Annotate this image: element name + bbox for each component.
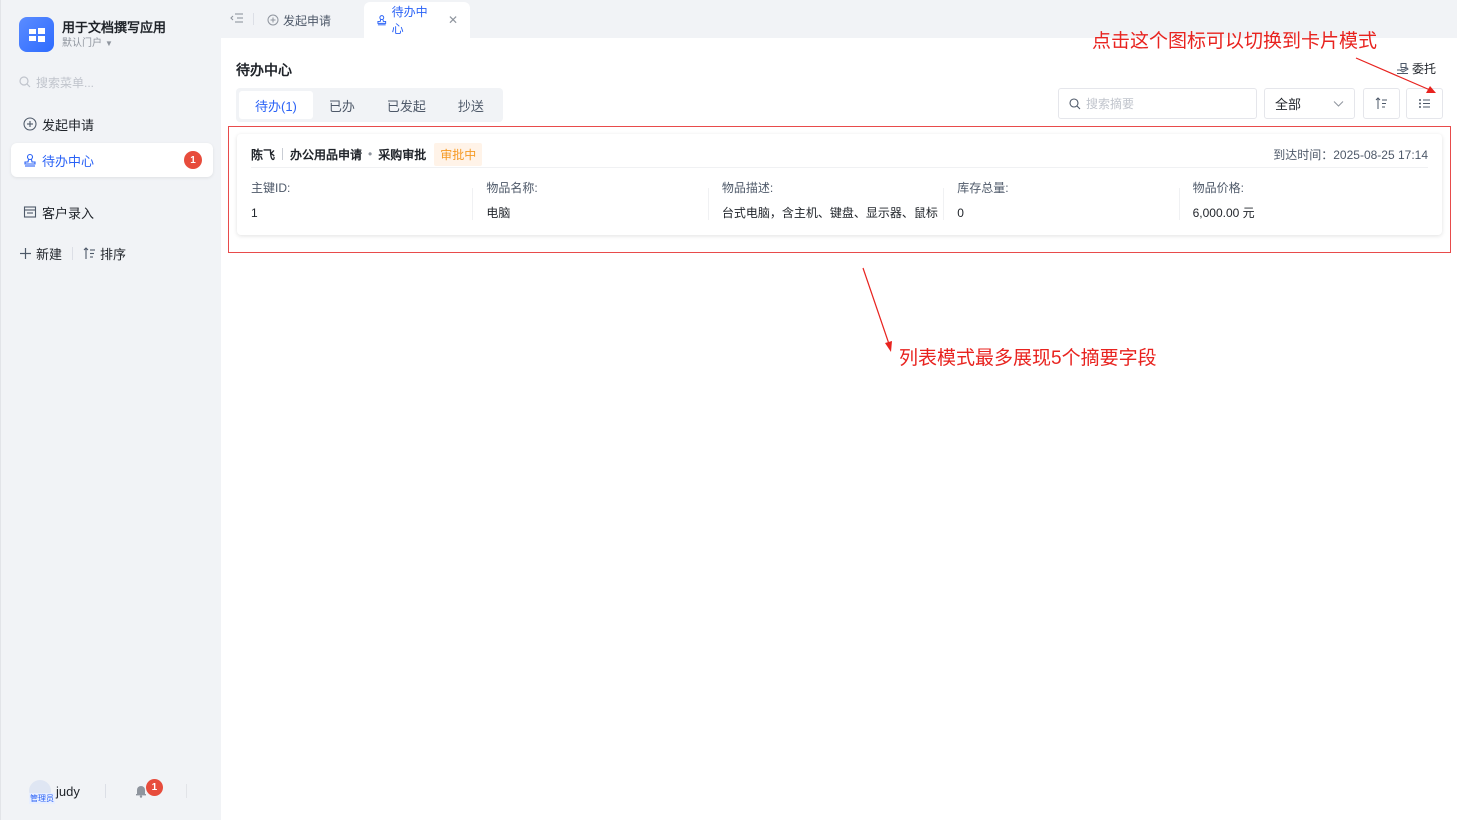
annotation-highlight-box — [228, 126, 1451, 253]
sort-icon — [83, 247, 96, 259]
tab-label: 待办中心 — [391, 5, 428, 36]
avatar[interactable]: 管理员 — [29, 780, 55, 804]
sort-button[interactable] — [1363, 88, 1400, 119]
tab-todo[interactable]: 待办(1) — [239, 91, 313, 119]
sidebar-item-todo-center[interactable]: 待办中心 1 — [11, 143, 213, 177]
app-header[interactable]: 用于文档撰写应用 默认门户 ▼ — [19, 17, 166, 52]
new-menu-label: 新建 — [36, 247, 63, 262]
portal-name: 默认门户 — [62, 37, 102, 49]
filter-value: 全部 — [1275, 97, 1302, 112]
new-menu-button[interactable]: 新建 — [19, 244, 62, 263]
tab-done[interactable]: 已办 — [313, 91, 371, 119]
delegate-label: 委托 — [1411, 62, 1436, 76]
annotation-middle-text: 列表模式最多展现5个摘要字段 — [899, 348, 1157, 369]
list-view-icon — [1419, 99, 1430, 108]
tab-cc[interactable]: 抄送 — [442, 91, 500, 119]
sort-icon — [1375, 97, 1387, 109]
notification-bell-button[interactable]: 1 — [134, 779, 163, 798]
sort-menu-label: 排序 — [100, 247, 127, 262]
search-icon — [19, 76, 31, 88]
sidebar: 用于文档撰写应用 默认门户 ▼ 搜索菜单... 发起申请 待办中心 1 客户录入 … — [0, 0, 221, 820]
tab-todo-center[interactable]: 待办中心 ✕ — [364, 2, 470, 38]
collapse-menu-icon[interactable] — [230, 11, 244, 25]
sidebar-item-customer-entry[interactable]: 客户录入 — [11, 195, 213, 229]
plus-circle-icon — [23, 117, 37, 131]
status-segmented-control: 待办(1) 已办 已发起 抄送 — [236, 88, 503, 122]
role-tag: 管理员 — [29, 793, 55, 804]
filter-select[interactable]: 全部 — [1264, 88, 1355, 119]
form-icon — [23, 206, 37, 218]
tab-label: 发起申请 — [283, 13, 332, 28]
portal-switcher[interactable]: 默认门户 ▼ — [62, 37, 166, 51]
plus-icon — [20, 248, 31, 259]
sidebar-item-label: 发起申请 — [42, 117, 95, 133]
delegate-button[interactable]: 委托 — [1396, 60, 1436, 77]
close-icon[interactable]: ✕ — [448, 13, 458, 27]
stamp-icon — [377, 15, 387, 26]
plus-circle-icon — [267, 14, 279, 26]
menu-search-placeholder: 搜索菜单... — [36, 75, 95, 90]
search-placeholder: 搜索摘要 — [1086, 97, 1135, 111]
sidebar-item-label: 客户录入 — [42, 205, 95, 221]
tab-initiated[interactable]: 已发起 — [371, 91, 442, 119]
caret-down-icon: ▼ — [105, 38, 113, 48]
summary-search-input[interactable]: 搜索摘要 — [1058, 88, 1257, 119]
user-name[interactable]: judy — [56, 784, 80, 799]
search-icon — [1069, 97, 1081, 109]
menu-search-input[interactable]: 搜索菜单... — [19, 73, 204, 91]
stamp-icon — [24, 153, 36, 167]
view-mode-toggle-button[interactable] — [1406, 88, 1443, 119]
notification-badge: 1 — [145, 779, 163, 796]
app-logo-icon — [19, 17, 54, 52]
sidebar-item-label: 待办中心 — [42, 153, 95, 169]
tab-start-request[interactable]: 发起申请 — [255, 2, 343, 38]
sort-menu-button[interactable]: 排序 — [83, 244, 126, 263]
app-title: 用于文档撰写应用 — [62, 19, 167, 35]
todo-count-badge: 1 — [184, 151, 202, 169]
chevron-down-icon — [1333, 101, 1344, 107]
annotation-top-text: 点击这个图标可以切换到卡片模式 — [1092, 31, 1378, 52]
sidebar-item-start-request[interactable]: 发起申请 — [11, 107, 213, 141]
page-title: 待办中心 — [236, 62, 292, 78]
hand-icon — [1396, 63, 1409, 74]
